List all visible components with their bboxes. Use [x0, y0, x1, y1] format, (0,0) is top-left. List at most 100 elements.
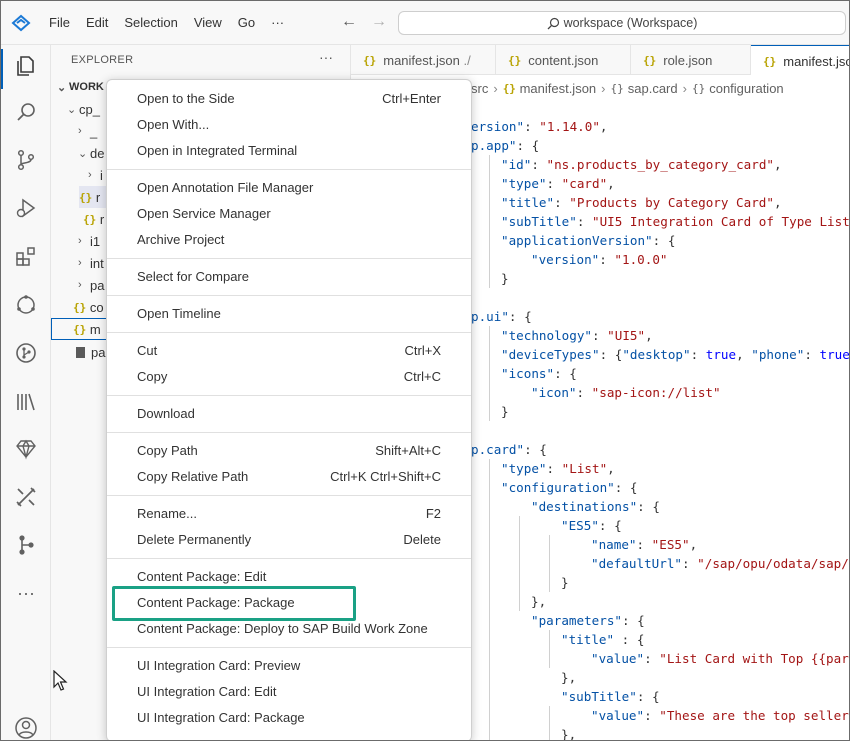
- explorer-icon[interactable]: [13, 53, 39, 79]
- pipeline-icon[interactable]: [13, 532, 39, 558]
- tab-role-json[interactable]: {} role.json: [631, 45, 751, 75]
- menu-item-label: Open With...: [137, 116, 210, 132]
- menu-item-copy-path[interactable]: Copy Path Shift+Alt+C: [115, 438, 463, 462]
- library-icon[interactable]: [13, 389, 39, 415]
- forward-arrow-icon[interactable]: →: [371, 13, 387, 31]
- code-token: "type": [501, 176, 547, 191]
- remote-explorer-icon[interactable]: [13, 292, 39, 318]
- menu-item-ui-integration-card-edit[interactable]: UI Integration Card: Edit: [115, 679, 463, 703]
- mouse-cursor-icon: [53, 670, 68, 691]
- code-token: "sap-icon://list": [591, 385, 721, 400]
- menu-item-open-in-integrated-terminal[interactable]: Open in Integrated Terminal: [115, 138, 463, 162]
- chevron-right-icon: ›: [78, 235, 82, 247]
- code-line: "destinations": {: [531, 497, 660, 516]
- breadcrumb-configuration[interactable]: configuration: [709, 81, 783, 96]
- code-line: "ES5": {: [561, 516, 622, 535]
- tree-item-workspace[interactable]: ⌄ WORK: [57, 76, 104, 98]
- menu-item-content-package-edit[interactable]: Content Package: Edit: [115, 564, 463, 588]
- code-token: "icon": [531, 385, 577, 400]
- code-line: "configuration": {: [501, 478, 637, 497]
- menu-file[interactable]: File: [49, 15, 70, 30]
- tree-item-project[interactable]: ⌄ cp_: [67, 98, 100, 120]
- code-token: ,: [645, 328, 653, 343]
- tab-manifest-json-active[interactable]: {}manifest.json: [751, 45, 849, 76]
- code-line: "subTitle": "UI5 Integration Card of Typ…: [501, 212, 849, 231]
- sidebar-more-button[interactable]: ···: [319, 49, 333, 65]
- sidebar-title: EXPLORER: [71, 54, 134, 66]
- back-arrow-icon[interactable]: ←: [341, 13, 357, 31]
- menu-separator: [107, 169, 471, 170]
- code-token: :: [576, 385, 592, 400]
- account-icon[interactable]: [13, 715, 39, 740]
- tab-content-json[interactable]: {} content.json: [496, 45, 631, 75]
- code-token: "1.14.0": [539, 119, 600, 134]
- menu-item-open-to-the-side[interactable]: Open to the Side Ctrl+Enter: [115, 86, 463, 110]
- code-token: "destinations": [531, 499, 638, 514]
- menu-item-copy-relative-path[interactable]: Copy Relative Path Ctrl+K Ctrl+Shift+C: [115, 464, 463, 488]
- tree-item-json-focused[interactable]: {} m: [51, 318, 107, 340]
- menu-item-select-for-compare[interactable]: Select for Compare: [115, 264, 463, 288]
- menu-item-rename[interactable]: Rename... F2: [115, 501, 463, 525]
- tab-manifest-json-1[interactable]: {} manifest.json ./: [351, 45, 496, 75]
- tree-item-folder[interactable]: ⌄ de: [78, 142, 104, 164]
- breadcrumb-manifest[interactable]: manifest.json: [520, 81, 597, 96]
- indent-guide: [549, 535, 550, 592]
- run-debug-icon[interactable]: [13, 195, 39, 221]
- menu-item-download[interactable]: Download: [115, 401, 463, 425]
- tree-item-json-selected[interactable]: {} r: [79, 186, 109, 208]
- breadcrumb-sap-card[interactable]: sap.card: [628, 81, 678, 96]
- tree-item-json[interactable]: {} r: [83, 208, 104, 230]
- code-token: : {: [554, 366, 577, 381]
- menu-item-open-annotation-file-manager[interactable]: Open Annotation File Manager: [115, 175, 463, 199]
- tree-item-folder[interactable]: › i1: [78, 230, 100, 252]
- tree-item-folder[interactable]: › _: [78, 120, 97, 142]
- menu-item-label: Open Service Manager: [137, 205, 271, 221]
- menu-item-open-service-manager[interactable]: Open Service Manager: [115, 201, 463, 225]
- source-control-icon[interactable]: [13, 147, 39, 173]
- code-token: :: [554, 195, 570, 210]
- tree-item-folder[interactable]: › i: [88, 164, 103, 186]
- tree-item-json[interactable]: {} co: [73, 296, 104, 318]
- menu-item-copy[interactable]: Copy Ctrl+C: [115, 364, 463, 388]
- menu-view[interactable]: View: [194, 15, 222, 30]
- code-token: : {: [599, 347, 623, 362]
- git-graph-icon[interactable]: [13, 340, 39, 366]
- code-token: "type": [501, 461, 547, 476]
- code-token: "subTitle": [501, 214, 577, 229]
- json-file-icon: {}: [643, 53, 657, 67]
- tree-item-folder[interactable]: › int: [78, 252, 104, 274]
- tools-icon[interactable]: [13, 484, 39, 510]
- code-line: "type": "List",: [501, 459, 615, 478]
- chevron-right-icon: ›: [493, 80, 498, 96]
- search-icon[interactable]: [13, 99, 39, 125]
- menu-item-ui-integration-card-package[interactable]: UI Integration Card: Package: [115, 705, 463, 729]
- menu-selection[interactable]: Selection: [124, 15, 177, 30]
- command-center-search[interactable]: workspace (Workspace): [398, 11, 846, 35]
- menu-item-cut[interactable]: Cut Ctrl+X: [115, 338, 463, 362]
- json-file-icon: {}: [73, 300, 87, 314]
- menu-item-archive-project[interactable]: Archive Project: [115, 227, 463, 251]
- breadcrumb-src[interactable]: src: [471, 81, 488, 96]
- menu-item-delete-permanently[interactable]: Delete Permanently Delete: [115, 527, 463, 551]
- code-line: "icons": {: [501, 364, 577, 383]
- indent-guide: [549, 706, 550, 740]
- menu-edit[interactable]: Edit: [86, 15, 108, 30]
- menu-item-open-with[interactable]: Open With...: [115, 112, 463, 136]
- code-token: }: [561, 575, 569, 590]
- chevron-down-icon: ⌄: [57, 81, 67, 94]
- menu-item-open-timeline[interactable]: Open Timeline: [115, 301, 463, 325]
- extensions-icon[interactable]: [13, 244, 39, 270]
- code-token: "technology": [501, 328, 592, 343]
- menu-go[interactable]: Go: [238, 15, 255, 30]
- tree-item-folder[interactable]: › pa: [78, 274, 104, 296]
- diamond-icon[interactable]: [13, 436, 39, 462]
- menu-item-ui-integration-card-preview[interactable]: UI Integration Card: Preview: [115, 653, 463, 677]
- menu-more[interactable]: ···: [271, 15, 284, 30]
- file-icon: [76, 346, 85, 358]
- code-line: "defaultUrl": "/sap/opu/odata/sap/EPM: [591, 554, 849, 573]
- code-line: }: [501, 402, 509, 421]
- more-views-icon[interactable]: ···: [13, 580, 39, 606]
- chevron-down-icon: ⌄: [78, 147, 88, 160]
- chevron-right-icon: ›: [78, 279, 82, 291]
- tree-item-file[interactable]: pa: [76, 341, 105, 363]
